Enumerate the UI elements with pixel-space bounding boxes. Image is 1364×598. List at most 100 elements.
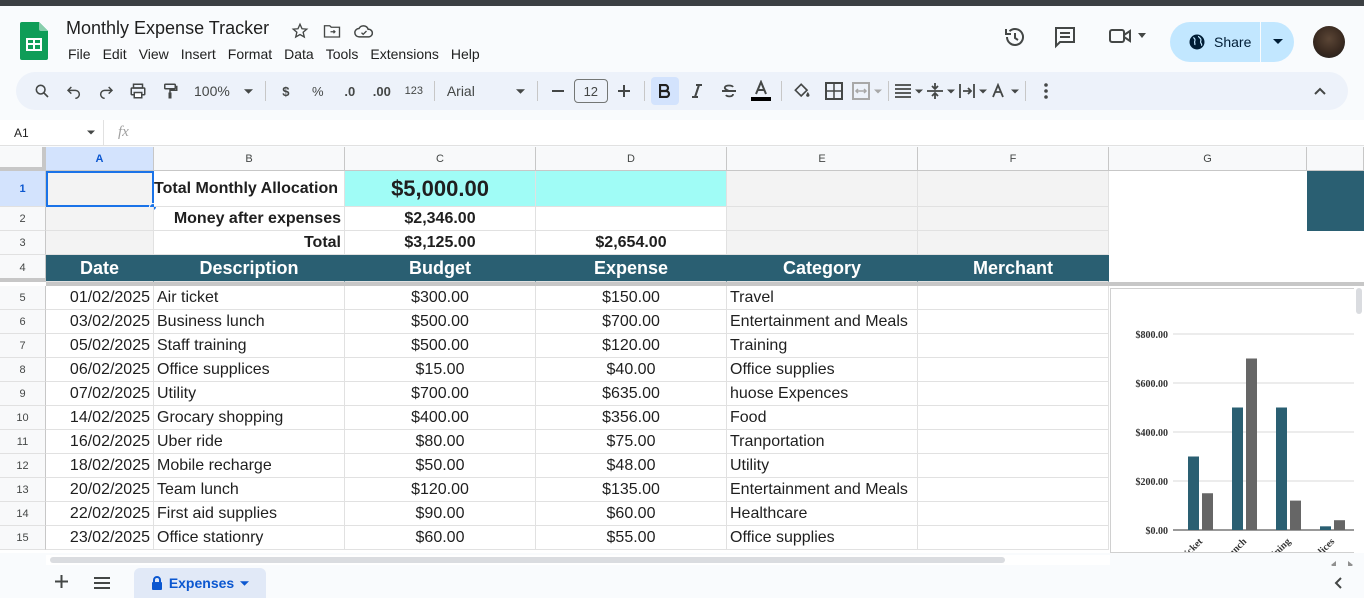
more-formats-button[interactable]: 123 <box>400 77 428 105</box>
menu-extensions[interactable]: Extensions <box>364 44 444 64</box>
cell-d1[interactable] <box>536 171 727 207</box>
redo-icon[interactable] <box>92 77 120 105</box>
cell-budget[interactable]: $50.00 <box>345 454 536 478</box>
total-budget-value[interactable]: $3,125.00 <box>345 231 536 255</box>
row-header[interactable]: 15 <box>0 526 46 550</box>
cell-merchant[interactable] <box>918 526 1109 550</box>
row-header[interactable]: 5 <box>0 286 46 310</box>
sheet-tab-expenses[interactable]: Expenses <box>134 568 266 598</box>
menu-edit[interactable]: Edit <box>97 44 133 64</box>
cell-description[interactable]: Mobile recharge <box>154 454 345 478</box>
column-header-a[interactable]: A <box>46 147 154 171</box>
cell-date[interactable]: 18/02/2025 <box>46 454 154 478</box>
fill-color-icon[interactable] <box>788 77 816 105</box>
cell-category[interactable]: Healthcare <box>727 502 918 526</box>
cell-category[interactable]: Entertainment and Meals <box>727 310 918 334</box>
cell-f3[interactable] <box>918 231 1109 255</box>
cell-category[interactable]: Entertainment and Meals <box>727 478 918 502</box>
increase-decimal-button[interactable]: .00 <box>368 77 396 105</box>
chart-bar[interactable] <box>1320 526 1331 530</box>
font-select[interactable]: Arial <box>441 77 531 105</box>
sheets-logo-icon[interactable] <box>20 22 48 60</box>
cell-category[interactable]: Travel <box>727 286 918 310</box>
cell-description[interactable]: First aid supplies <box>154 502 345 526</box>
cell-merchant[interactable] <box>918 358 1109 382</box>
cell-date[interactable]: 23/02/2025 <box>46 526 154 550</box>
chart-bar[interactable] <box>1202 493 1213 530</box>
cell-category[interactable]: Office supplies <box>727 526 918 550</box>
cell-expense[interactable]: $700.00 <box>536 310 727 334</box>
cell-a2[interactable] <box>46 207 154 231</box>
header-date[interactable]: Date <box>46 255 154 282</box>
undo-icon[interactable] <box>60 77 88 105</box>
row-header[interactable]: 2 <box>0 207 46 231</box>
cell-category[interactable]: Food <box>727 406 918 430</box>
chart-bar[interactable] <box>1290 500 1301 530</box>
column-header-f[interactable]: F <box>918 147 1109 171</box>
row-header[interactable]: 11 <box>0 430 46 454</box>
column-header-b[interactable]: B <box>154 147 345 171</box>
cell-f1[interactable] <box>918 171 1109 207</box>
cell-expense[interactable]: $48.00 <box>536 454 727 478</box>
vertical-align-icon[interactable] <box>926 77 955 105</box>
meet-icon[interactable] <box>1108 26 1146 46</box>
row-header[interactable]: 8 <box>0 358 46 382</box>
menu-insert[interactable]: Insert <box>175 44 222 64</box>
row-header[interactable]: 4 <box>0 255 46 282</box>
cell-merchant[interactable] <box>918 406 1109 430</box>
explore-collapse-icon[interactable] <box>1334 576 1342 594</box>
total-allocation-value[interactable]: $5,000.00 <box>345 171 536 207</box>
currency-format-button[interactable]: $ <box>272 77 300 105</box>
history-icon[interactable] <box>1003 25 1027 54</box>
cell-expense[interactable]: $635.00 <box>536 382 727 406</box>
cell-expense[interactable]: $356.00 <box>536 406 727 430</box>
row-header[interactable]: 6 <box>0 310 46 334</box>
cell-merchant[interactable] <box>918 478 1109 502</box>
cell-expense[interactable]: $120.00 <box>536 334 727 358</box>
menu-data[interactable]: Data <box>278 44 320 64</box>
column-header-e[interactable]: E <box>727 147 918 171</box>
cell-a3[interactable] <box>46 231 154 255</box>
italic-icon[interactable] <box>683 77 711 105</box>
cell-merchant[interactable] <box>918 382 1109 406</box>
cell-merchant[interactable] <box>918 286 1109 310</box>
cell-budget[interactable]: $15.00 <box>345 358 536 382</box>
cell-expense[interactable]: $75.00 <box>536 430 727 454</box>
share-button[interactable]: Share <box>1170 22 1294 62</box>
cell-expense[interactable]: $60.00 <box>536 502 727 526</box>
avatar[interactable] <box>1313 26 1345 58</box>
formula-input[interactable] <box>137 120 1364 146</box>
cell-merchant[interactable] <box>918 430 1109 454</box>
header-category[interactable]: Category <box>727 255 918 282</box>
cell-e1[interactable] <box>727 171 918 207</box>
scroll-right-arrow-icon[interactable] <box>1346 556 1356 569</box>
total-expense-value[interactable]: $2,654.00 <box>536 231 727 255</box>
column-header-h[interactable] <box>1307 147 1364 171</box>
scroll-left-arrow-icon[interactable] <box>1330 556 1340 569</box>
cell-expense[interactable]: $55.00 <box>536 526 727 550</box>
menu-help[interactable]: Help <box>445 44 486 64</box>
column-header-c[interactable]: C <box>345 147 536 171</box>
name-box[interactable]: A1 <box>0 119 104 146</box>
menu-view[interactable]: View <box>133 44 175 64</box>
cell-d2[interactable] <box>536 207 727 231</box>
cell-budget[interactable]: $90.00 <box>345 502 536 526</box>
header-description[interactable]: Description <box>154 255 345 282</box>
cell-category[interactable]: Utility <box>727 454 918 478</box>
menu-format[interactable]: Format <box>222 44 278 64</box>
font-size-input[interactable]: 12 <box>573 79 608 103</box>
text-wrapping-icon[interactable] <box>958 77 987 105</box>
cell-merchant[interactable] <box>918 310 1109 334</box>
vertical-scroll-thumb[interactable] <box>1356 288 1362 314</box>
cell-description[interactable]: Utility <box>154 382 345 406</box>
cell-merchant[interactable] <box>918 502 1109 526</box>
decrease-decimal-button[interactable]: .0 <box>336 77 364 105</box>
horizontal-scroll-thumb[interactable] <box>50 557 1005 563</box>
search-menus-icon[interactable] <box>28 77 56 105</box>
cell-description[interactable]: Staff training <box>154 334 345 358</box>
horizontal-align-icon[interactable] <box>894 77 923 105</box>
cell-date[interactable]: 05/02/2025 <box>46 334 154 358</box>
chart-bar[interactable] <box>1246 358 1257 531</box>
cell-expense[interactable]: $150.00 <box>536 286 727 310</box>
cell-description[interactable]: Uber ride <box>154 430 345 454</box>
